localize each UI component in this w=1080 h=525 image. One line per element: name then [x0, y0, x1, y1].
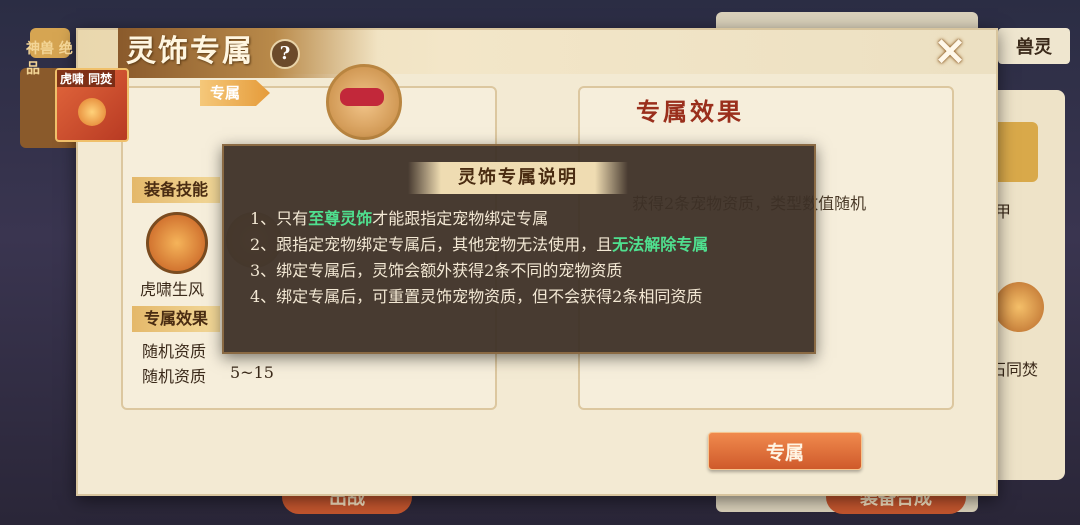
exclusive-info-tooltip: 灵饰专属说明 1、只有至尊灵饰才能跟指定宠物绑定专属 2、跟指定宠物绑定专属后，…: [222, 144, 816, 354]
tooltip-line-1: 1、只有至尊灵饰才能跟指定宠物绑定专属: [250, 209, 549, 228]
equip-skill-label: 装备技能: [132, 177, 221, 203]
pet-mask-icon: [340, 88, 384, 106]
skill-icon[interactable]: [146, 212, 208, 274]
accessory-glyph-icon: [78, 98, 106, 126]
close-button[interactable]: ✕: [930, 32, 970, 72]
random-quality-1: 随机资质: [142, 342, 207, 361]
random-quality-2-range: 5~15: [230, 363, 274, 382]
background-skill-icon[interactable]: [994, 282, 1044, 332]
exclusive-confirm-button[interactable]: 专属: [708, 432, 862, 470]
help-icon[interactable]: ?: [270, 39, 300, 69]
exclusive-arrow: 专属: [200, 80, 270, 106]
exclusive-effect-label: 专属效果: [132, 306, 221, 332]
tooltip-title-bar: 灵饰专属说明: [408, 162, 628, 194]
tooltip-body: 1、只有至尊灵饰才能跟指定宠物绑定专属 2、跟指定宠物绑定专属后，其他宠物无法使…: [250, 206, 790, 310]
skill-name: 虎啸生风: [140, 280, 205, 299]
exclusive-effect-title: 专属效果: [636, 97, 744, 126]
tooltip-line-3: 3、绑定专属后，灵饰会额外获得2条不同的宠物资质: [250, 261, 623, 280]
rarity-emblem-label: 神兽 绝品: [26, 41, 73, 77]
tooltip-line-4: 4、绑定专属后，可重置灵饰宠物资质，但不会获得2条相同资质: [250, 287, 703, 306]
tab-pet-spirit[interactable]: 兽灵: [998, 28, 1070, 64]
tooltip-title: 灵饰专属说明: [458, 167, 578, 188]
tooltip-line-2: 2、跟指定宠物绑定专属后，其他宠物无法使用，且无法解除专属: [250, 235, 709, 254]
panel-title: 灵饰专属: [126, 34, 254, 69]
random-quality-2: 随机资质: [142, 367, 207, 386]
